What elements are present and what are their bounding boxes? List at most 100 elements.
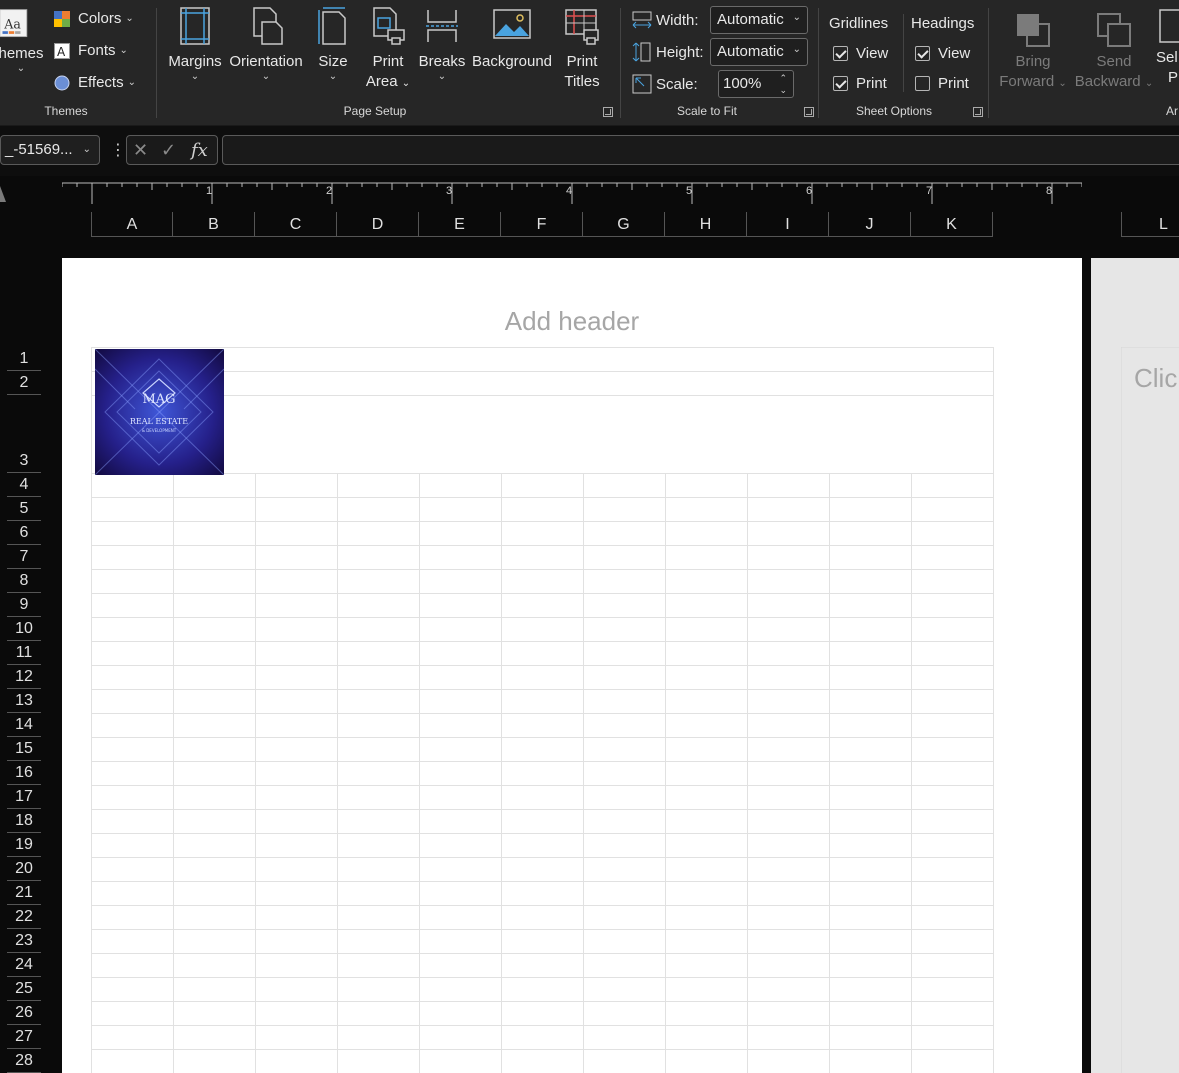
row-header-13[interactable]: 13 [7, 689, 41, 713]
column-header-h[interactable]: H [665, 212, 747, 237]
row-header-5[interactable]: 5 [7, 497, 41, 521]
print-area-label-1: Print [372, 53, 404, 70]
gridlines-view-label: View [856, 45, 889, 62]
next-page-grid [1121, 347, 1179, 1073]
logo-graphic: MAG REAL ESTATE & DEVELOPMENT [95, 349, 224, 475]
sheet-options-dialog-launcher-icon[interactable] [973, 107, 983, 117]
margins-button[interactable]: Margins ⌄ [166, 6, 224, 82]
row-header-21[interactable]: 21 [7, 881, 41, 905]
page-setup-group-label: Page Setup [343, 104, 407, 118]
colors-icon [54, 10, 70, 27]
row-header-26[interactable]: 26 [7, 1001, 41, 1025]
name-box[interactable]: _-51569... ⌄ [0, 135, 100, 165]
row-header-12[interactable]: 12 [7, 665, 41, 689]
colors-button[interactable]: Colors ⌄ [54, 10, 134, 27]
cancel-entry-icon[interactable]: ✕ [133, 140, 148, 161]
print-titles-icon [565, 9, 599, 45]
column-header-i[interactable]: I [747, 212, 829, 237]
width-dropdown[interactable]: Automatic ⌄ [710, 6, 808, 34]
row-header-4[interactable]: 4 [7, 473, 41, 497]
insert-function-button[interactable]: fx [191, 140, 208, 161]
gridlines-print-checkbox[interactable]: Print [833, 75, 887, 92]
size-button[interactable]: Size ⌄ [312, 6, 354, 82]
print-area-label-2: Area ⌄ [362, 72, 414, 94]
more-options-icon[interactable]: ⋮ [110, 140, 126, 160]
bring-forward-button[interactable]: Bring Forward ⌄ [998, 6, 1068, 94]
row-header-10[interactable]: 10 [7, 617, 41, 641]
selection-pane-button[interactable]: Sel P [1156, 6, 1179, 88]
row-header-17[interactable]: 17 [7, 785, 41, 809]
print-titles-button[interactable]: Print Titles [558, 6, 606, 92]
row-header-15[interactable]: 15 [7, 737, 41, 761]
row-header-3[interactable]: 3 [7, 395, 41, 473]
ruler-number: 3 [446, 185, 452, 197]
themes-button[interactable]: Aa hemes ⌄ [0, 6, 44, 74]
row-header-23[interactable]: 23 [7, 929, 41, 953]
height-dropdown[interactable]: Automatic ⌄ [710, 38, 808, 66]
column-header-d[interactable]: D [337, 212, 419, 237]
gridlines-view-checkbox[interactable]: View [833, 45, 888, 62]
row-header-20[interactable]: 20 [7, 857, 41, 881]
column-header-e[interactable]: E [419, 212, 501, 237]
themes-label: hemes [0, 45, 44, 62]
orientation-button[interactable]: Orientation ⌄ [226, 6, 306, 82]
confirm-entry-icon[interactable]: ✓ [161, 140, 176, 161]
headings-print-checkbox[interactable]: Print [915, 75, 969, 92]
add-header-placeholder[interactable]: Add header [62, 306, 1082, 337]
cell-grid[interactable] [91, 347, 994, 1073]
column-header-a[interactable]: A [91, 212, 173, 237]
effects-button[interactable]: Effects ⌄ [54, 74, 136, 91]
scale-to-fit-dialog-launcher-icon[interactable] [804, 107, 814, 117]
row-header-1[interactable]: 1 [7, 347, 41, 371]
column-header-j[interactable]: J [829, 212, 911, 237]
checkbox-unchecked-icon [915, 76, 930, 91]
colors-label: Colors [78, 10, 122, 27]
row-header-9[interactable]: 9 [7, 593, 41, 617]
ruler-number: 5 [686, 185, 692, 197]
print-area-button[interactable]: Print Area ⌄ [362, 6, 414, 94]
breaks-label: Breaks [418, 53, 466, 70]
row-header-6[interactable]: 6 [7, 521, 41, 545]
send-backward-label-1: Send [1096, 53, 1132, 70]
row-header-14[interactable]: 14 [7, 713, 41, 737]
formula-bar-row: _-51569... ⌄ ⋮ ✕ ✓ fx [0, 126, 1179, 176]
row-header-27[interactable]: 27 [7, 1025, 41, 1049]
row-header-24[interactable]: 24 [7, 953, 41, 977]
breaks-button[interactable]: Breaks ⌄ [418, 6, 466, 82]
chevron-down-icon: ⌄ [119, 45, 128, 56]
chevron-down-icon: ⌄ [82, 144, 91, 155]
row-header-11[interactable]: 11 [7, 641, 41, 665]
page-setup-dialog-launcher-icon[interactable] [603, 107, 613, 117]
select-all-corner-icon[interactable] [0, 186, 6, 202]
row-header-2[interactable]: 2 [7, 371, 41, 395]
headings-heading-text: Headings [911, 15, 975, 32]
row-header-18[interactable]: 18 [7, 809, 41, 833]
svg-text:A: A [57, 45, 66, 59]
size-label: Size [318, 53, 348, 70]
column-header-c[interactable]: C [255, 212, 337, 237]
row-header-7[interactable]: 7 [7, 545, 41, 569]
headings-view-checkbox[interactable]: View [915, 45, 970, 62]
column-header-k[interactable]: K [911, 212, 993, 237]
fonts-button[interactable]: A Fonts ⌄ [54, 42, 128, 59]
formula-input[interactable] [222, 135, 1179, 165]
row-header-19[interactable]: 19 [7, 833, 41, 857]
send-backward-button[interactable]: Send Backward ⌄ [1073, 6, 1155, 94]
column-header-f[interactable]: F [501, 212, 583, 237]
row-header-25[interactable]: 25 [7, 977, 41, 1001]
width-label: Width: [656, 12, 699, 29]
scale-spinner[interactable]: 100% ⌃ ⌄ [718, 70, 794, 98]
company-logo-image[interactable]: MAG REAL ESTATE & DEVELOPMENT [95, 349, 224, 475]
spinner-arrows-icon[interactable]: ⌃ ⌄ [779, 72, 787, 96]
bring-forward-label-1: Bring [1015, 53, 1051, 70]
row-header-28[interactable]: 28 [7, 1049, 41, 1073]
row-header-8[interactable]: 8 [7, 569, 41, 593]
column-header-g[interactable]: G [583, 212, 665, 237]
row-header-16[interactable]: 16 [7, 761, 41, 785]
chevron-down-icon: ⌄ [437, 71, 447, 82]
scale-spinner-value: 100% [723, 75, 762, 92]
column-header-l[interactable]: L [1121, 212, 1179, 237]
row-header-22[interactable]: 22 [7, 905, 41, 929]
background-button[interactable]: Background [470, 6, 554, 72]
column-header-b[interactable]: B [173, 212, 255, 237]
